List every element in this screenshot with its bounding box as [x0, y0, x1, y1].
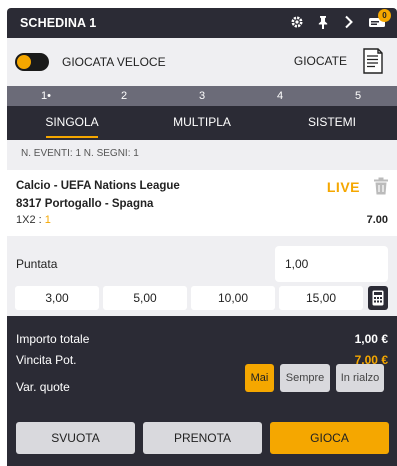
gioca-button[interactable]: GIOCA	[270, 422, 389, 454]
event-card: Calcio - UEFA Nations League LIVE 8317 P…	[7, 170, 397, 236]
trash-icon[interactable]	[373, 177, 389, 198]
event-competition: Calcio - UEFA Nations League	[16, 180, 180, 192]
tab-multipla[interactable]: MULTIPLA	[137, 106, 267, 140]
var-quote-options: Mai Sempre In rialzo	[245, 364, 384, 392]
stake-input[interactable]: 1,00	[275, 246, 388, 282]
betslip-panel: SCHEDINA 1 0 GIOCATA VELOCE GIOCATE 1• 2…	[7, 8, 397, 466]
preset-button-1[interactable]: 3,00	[15, 286, 99, 310]
svuota-button[interactable]: SVUOTA	[16, 422, 135, 454]
betslip-title: SCHEDINA 1	[20, 16, 97, 30]
tab-singola[interactable]: SINGOLA	[7, 106, 137, 140]
calculator-icon[interactable]	[368, 286, 388, 310]
event-match: 8317 Portogallo - Spagna	[16, 198, 154, 210]
ticket-badge: 0	[378, 9, 391, 22]
live-badge: LIVE	[326, 179, 360, 195]
betslip-number-5[interactable]: 5	[319, 86, 397, 106]
quick-play-row: GIOCATA VELOCE GIOCATE	[7, 38, 397, 86]
betslip-number-1[interactable]: 1•	[7, 86, 85, 106]
ticket-icon[interactable]: 0	[367, 9, 391, 31]
betslip-number-2[interactable]: 2	[85, 86, 163, 106]
giocate-link[interactable]: GIOCATE	[294, 54, 347, 68]
bet-pick: 1	[44, 214, 51, 226]
total-label: Importo totale	[16, 332, 90, 346]
header-icons: 0	[289, 9, 391, 31]
win-label: Vincita Pot.	[16, 353, 77, 367]
quick-play-toggle[interactable]	[15, 53, 49, 71]
total-value: 1,00 €	[354, 332, 388, 346]
event-bet: 1X2 : 1	[16, 214, 51, 226]
var-quote-label: Var. quote	[16, 380, 70, 394]
tab-sistemi[interactable]: SISTEMI	[267, 106, 397, 140]
betslip-header: SCHEDINA 1 0	[7, 8, 397, 38]
stake-area: Puntata 1,00 3,00 5,00 10,00 15,00	[7, 236, 397, 316]
var-option-sempre[interactable]: Sempre	[280, 364, 330, 392]
var-option-mai[interactable]: Mai	[245, 364, 274, 392]
betslip-number-4[interactable]: 4	[241, 86, 319, 106]
stake-label: Puntata	[16, 257, 58, 271]
preset-button-2[interactable]: 5,00	[103, 286, 187, 310]
var-option-in-rialzo[interactable]: In rialzo	[336, 364, 384, 392]
betslip-summary: Importo totale 1,00 € Vincita Pot. 7,00 …	[7, 316, 397, 466]
quick-play-label: GIOCATA VELOCE	[62, 55, 166, 69]
preset-button-3[interactable]: 10,00	[191, 286, 275, 310]
prenota-button[interactable]: PRENOTA	[143, 422, 262, 454]
preset-button-4[interactable]: 15,00	[279, 286, 363, 310]
event-odd: 7.00	[366, 214, 388, 226]
betslip-number-3[interactable]: 3	[163, 86, 241, 106]
betslip-number-strip: 1• 2 3 4 5	[7, 86, 397, 106]
betslip-actions: SVUOTA PRENOTA GIOCA	[16, 422, 389, 454]
chevron-right-icon[interactable]	[341, 13, 357, 31]
pin-icon[interactable]	[315, 13, 331, 31]
events-count: N. EVENTI: 1 N. SEGNI: 1	[7, 140, 397, 170]
gear-icon[interactable]	[289, 13, 305, 31]
bet-type: 1X2 :	[16, 214, 45, 226]
toggle-knob	[17, 55, 31, 69]
receipt-icon[interactable]	[362, 47, 384, 78]
bet-type-tabs: SINGOLA MULTIPLA SISTEMI	[7, 106, 397, 140]
stake-presets: 3,00 5,00 10,00 15,00	[15, 286, 363, 310]
